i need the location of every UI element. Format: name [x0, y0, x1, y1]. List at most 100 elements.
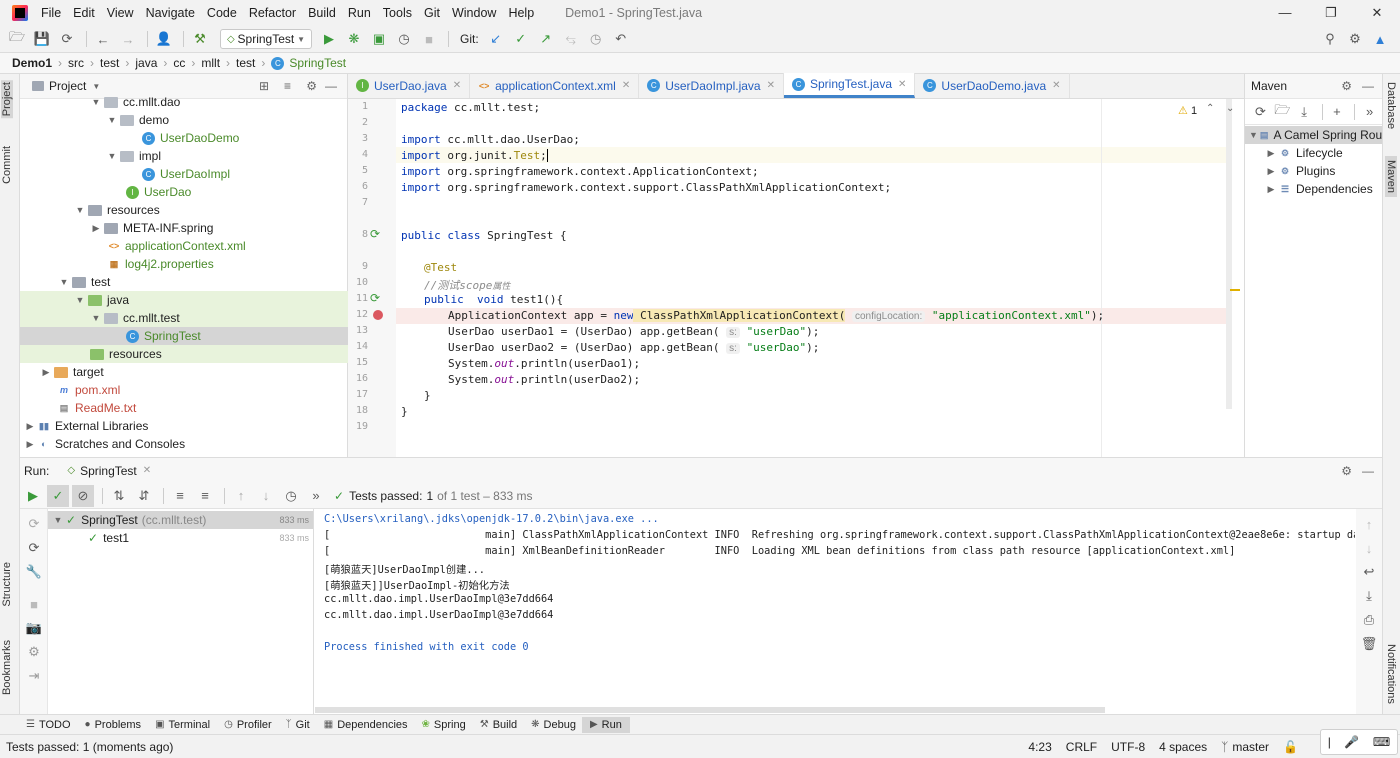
editor-gutter[interactable]: 1 2 3 4 5 6 7 8 9 10 11 12 13 14 15 16 1…	[348, 99, 396, 457]
tree-item[interactable]: C UserDaoImpl	[20, 165, 348, 183]
build-hammer-icon[interactable]: ⚒	[189, 28, 211, 50]
rerun-icon[interactable]: ▶	[22, 485, 44, 507]
tool-git[interactable]: ᛉ Git	[286, 719, 310, 731]
show-ignored-icon[interactable]: ⊘	[72, 484, 94, 507]
stop-icon[interactable]: ■	[23, 593, 45, 615]
tool-terminal[interactable]: ▣ Terminal	[155, 719, 210, 731]
menu-code[interactable]: Code	[207, 6, 237, 20]
next-test-icon[interactable]: ↓	[255, 485, 277, 507]
tree-item[interactable]: ▼ demo	[20, 111, 348, 129]
breadcrumb-test[interactable]: test	[100, 56, 119, 70]
tab-userdaoimpl[interactable]: C UserDaoImpl.java ✕	[639, 73, 784, 98]
menu-edit[interactable]: Edit	[73, 6, 95, 20]
show-passed-icon[interactable]: ✓	[47, 484, 69, 507]
close-tab-icon[interactable]: ✕	[767, 80, 775, 91]
tree-item[interactable]: ▼ resources	[20, 201, 348, 219]
close-tab-icon[interactable]: ✕	[143, 465, 151, 476]
wrench-icon[interactable]: 🔧	[23, 561, 45, 583]
chevron-down-icon[interactable]: ▼	[92, 82, 100, 91]
save-icon[interactable]: 💾	[31, 28, 53, 50]
collapse-all-icon[interactable]: ≡	[194, 485, 216, 507]
locate-icon[interactable]: ⊞	[259, 79, 269, 93]
tree-item[interactable]: ▼ cc.mllt.test	[20, 309, 348, 327]
close-tab-icon[interactable]: ✕	[622, 80, 630, 91]
git-merge-icon[interactable]: ⥃	[560, 28, 582, 50]
maven-lifecycle[interactable]: ▶ ⚙ Lifecycle	[1245, 144, 1382, 162]
bookmarks-tool-button[interactable]: Bookmarks	[1, 640, 13, 695]
back-icon[interactable]: ←	[92, 28, 114, 50]
tree-item-selected[interactable]: C SpringTest	[20, 327, 348, 345]
coverage-icon[interactable]: ▣	[368, 28, 390, 50]
console-output[interactable]: C:\Users\xrilang\.jdks\openjdk-17.0.2\bi…	[315, 509, 1355, 715]
git-history-icon[interactable]: ◷	[585, 28, 607, 50]
gear-icon[interactable]: ⚙	[1341, 464, 1352, 478]
tree-item[interactable]: ▼ test	[20, 273, 348, 291]
menu-run[interactable]: Run	[348, 6, 371, 20]
maven-plugins[interactable]: ▶ ⚙ Plugins	[1245, 162, 1382, 180]
hide-panel-icon[interactable]: —	[1362, 79, 1374, 93]
run-test-gutter-icon[interactable]: ⟳	[370, 291, 380, 305]
download-icon[interactable]: ⤓	[1295, 101, 1314, 123]
minimize-icon[interactable]: —	[1262, 0, 1308, 26]
test-suite-row[interactable]: ▼ ✓ SpringTest (cc.mllt.test) 833 ms	[48, 511, 313, 529]
menu-view[interactable]: View	[107, 6, 134, 20]
file-encoding[interactable]: UTF-8	[1111, 740, 1145, 754]
close-tab-icon[interactable]: ✕	[898, 79, 906, 90]
tree-item[interactable]: ▶ target	[20, 363, 348, 381]
settings-gear-icon[interactable]: ⚙	[1344, 28, 1366, 50]
test-case-row[interactable]: ✓ test1 833 ms	[48, 529, 313, 547]
breadcrumb-mllt[interactable]: mllt	[201, 56, 220, 70]
hide-panel-icon[interactable]: —	[1362, 464, 1374, 478]
database-tool-button[interactable]: Database	[1385, 82, 1397, 129]
jetbrains-toolbox-icon[interactable]: ▲	[1369, 28, 1391, 50]
tree-item[interactable]: ▤ ReadMe.txt	[20, 399, 348, 417]
tool-debug[interactable]: ❋ Debug	[531, 719, 576, 731]
tab-userdaodemo[interactable]: C UserDaoDemo.java ✕	[915, 73, 1070, 98]
tool-problems[interactable]: ● Problems	[85, 719, 142, 731]
tree-item[interactable]: m pom.xml	[20, 381, 348, 399]
breadcrumb-springtest[interactable]: SpringTest	[289, 56, 346, 70]
tree-item[interactable]: resources	[20, 345, 348, 363]
more-icon[interactable]: »	[1360, 101, 1379, 123]
caret-position[interactable]: 4:23	[1028, 740, 1051, 754]
breadcrumb-cc[interactable]: cc	[173, 56, 185, 70]
run-class-gutter-icon[interactable]: ⟳	[370, 227, 380, 241]
maven-tool-button[interactable]: Maven	[1385, 156, 1397, 198]
tree-item[interactable]: ▼ cc.mllt.dao	[20, 93, 348, 111]
gear-icon[interactable]: ⚙	[306, 79, 317, 93]
reload-icon[interactable]: ⟳	[1251, 101, 1270, 123]
search-icon[interactable]: ⚲	[1319, 28, 1341, 50]
git-rollback-icon[interactable]: ↶	[610, 28, 632, 50]
tool-todo[interactable]: ☰ TODO	[26, 719, 71, 731]
gear-icon[interactable]: ⚙	[1341, 79, 1352, 93]
maven-dependencies[interactable]: ▶ ☰ Dependencies	[1245, 180, 1382, 198]
menu-navigate[interactable]: Navigate	[146, 6, 195, 20]
tool-run[interactable]: ▶ Run	[581, 716, 630, 733]
status-message[interactable]: Tests passed: 1 (moments ago)	[6, 740, 173, 754]
next-highlight-icon[interactable]: ⌄	[1226, 103, 1234, 114]
input-method-widget[interactable]: | 🎤 ⌨	[1320, 729, 1398, 755]
sync-icon[interactable]: ⟳	[56, 28, 78, 50]
tab-springtest[interactable]: C SpringTest.java ✕	[783, 73, 916, 98]
up-arrow-icon[interactable]: ↑	[1358, 513, 1380, 535]
breadcrumb-java[interactable]: java	[135, 56, 157, 70]
menu-refactor[interactable]: Refactor	[249, 6, 296, 20]
soft-wrap-icon[interactable]: ↩	[1358, 561, 1380, 583]
user-icon[interactable]: 👤	[153, 28, 175, 50]
run-config-select[interactable]: ◇ SpringTest ▼	[220, 29, 312, 49]
hide-panel-icon[interactable]: —	[325, 79, 337, 93]
settings-icon[interactable]: ⚙	[23, 641, 45, 663]
collapse-all-icon[interactable]: ≡	[284, 79, 291, 93]
stop-icon[interactable]: ■	[418, 28, 440, 50]
more-icon[interactable]: »	[305, 485, 327, 507]
camera-icon[interactable]: 📷	[23, 617, 45, 639]
project-panel-title[interactable]: Project	[49, 79, 86, 93]
menu-git[interactable]: Git	[424, 6, 440, 20]
tree-item[interactable]: <> applicationContext.xml	[20, 237, 348, 255]
breadcrumb-project[interactable]: Demo1	[12, 56, 52, 70]
close-tab-icon[interactable]: ✕	[453, 80, 461, 91]
toggle-auto-test-icon[interactable]: ⟳	[23, 537, 45, 559]
tree-item[interactable]: ▼ java	[20, 291, 348, 309]
maven-project[interactable]: ▼ ▤ A Camel Spring Rou	[1245, 126, 1382, 144]
breakpoint-icon[interactable]	[373, 310, 383, 320]
